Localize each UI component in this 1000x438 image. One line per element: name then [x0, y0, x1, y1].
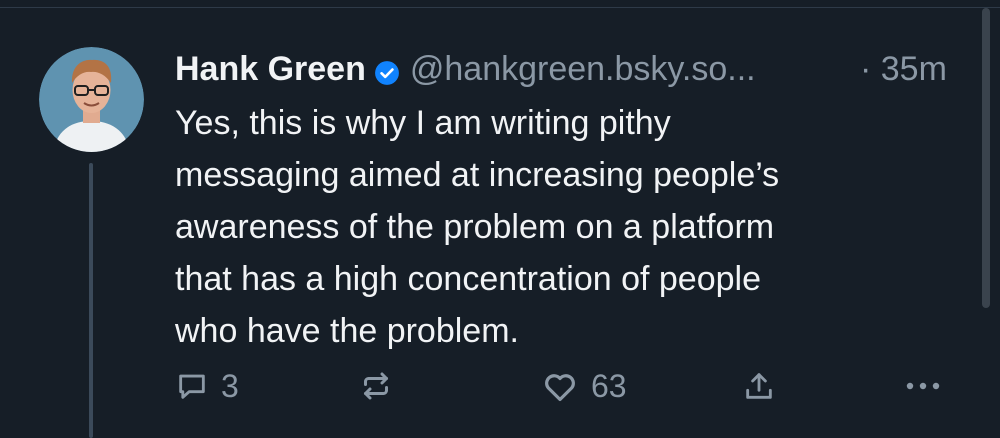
heart-icon	[541, 367, 579, 405]
like-count: 63	[591, 367, 627, 404]
post-text-line: Yes, this is why I am writing pithy	[175, 104, 671, 142]
reply-icon	[175, 369, 209, 403]
post-actions: 3 63	[0, 360, 1000, 412]
more-options-button[interactable]	[905, 360, 941, 412]
post-text-line: messaging aimed at increasing people’s	[175, 156, 780, 194]
share-button[interactable]	[742, 360, 776, 412]
author-handle[interactable]: @hankgreen.bsky.so...	[410, 50, 756, 89]
share-icon	[742, 369, 776, 403]
post-text-line: that has a high concentration of people	[175, 260, 761, 298]
post-timestamp[interactable]: · 35m	[860, 47, 947, 91]
like-button[interactable]: 63	[541, 360, 627, 412]
top-divider	[0, 7, 1000, 8]
more-dots-icon	[905, 380, 941, 392]
avatar[interactable]	[39, 47, 144, 152]
post-text-line: who have the problem.	[175, 312, 519, 350]
reply-count: 3	[221, 367, 239, 404]
post-text-line: awareness of the problem on a platform	[175, 208, 775, 246]
post-body: Yes, this is why I am writing pithy mess…	[175, 97, 975, 357]
verified-badge-icon	[374, 56, 400, 85]
repost-button[interactable]	[358, 360, 394, 412]
reply-button[interactable]: 3	[175, 360, 239, 412]
post-header: Hank Green @hankgreen.bsky.so...	[175, 47, 756, 91]
repost-icon	[358, 368, 394, 404]
author-name[interactable]: Hank Green	[175, 50, 366, 89]
scrollbar[interactable]	[982, 8, 990, 308]
avatar-image	[39, 47, 144, 152]
